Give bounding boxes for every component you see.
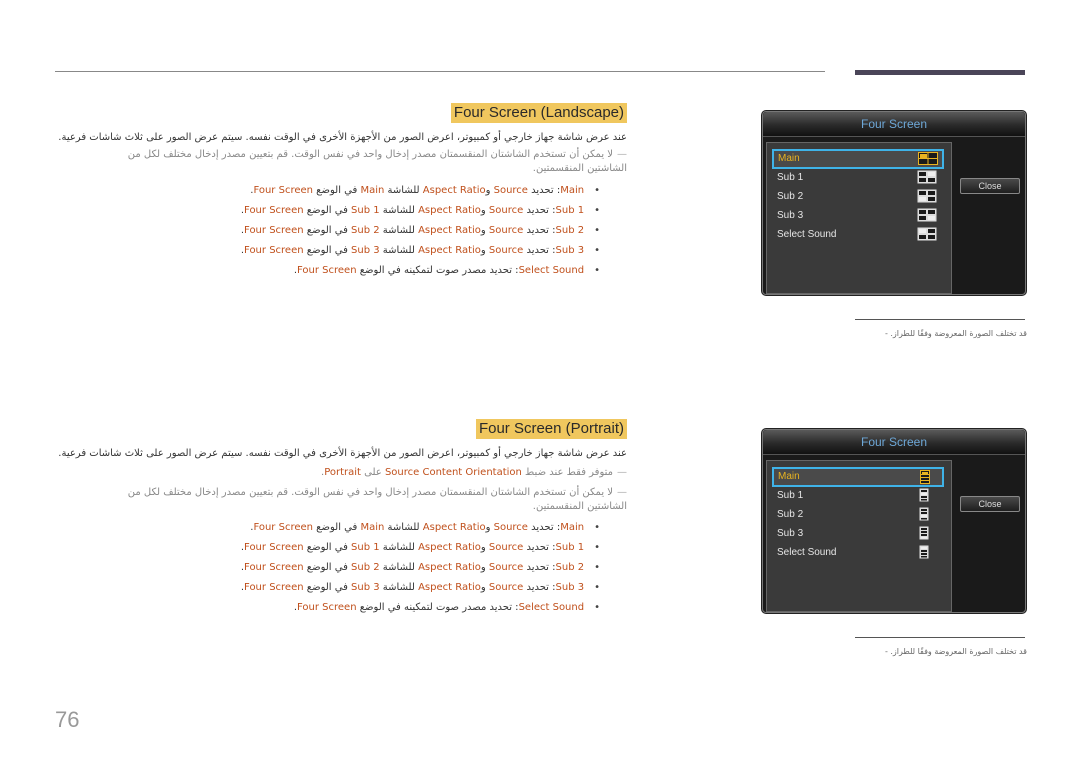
osd-item-main[interactable]: Main — [772, 149, 944, 169]
note-dash-icon: — — [617, 487, 627, 498]
bullet-item: •Sub 3: تحديد Source وAspect Ratio للشاش… — [240, 245, 600, 256]
osd-item-sub1[interactable]: Sub 1 — [773, 169, 941, 187]
vertical-layout-sub1-icon — [919, 488, 929, 502]
note-text: لا يمكن أن تستخدم الشاشتان المنقسمتان مص… — [127, 487, 627, 512]
osd-menu-list: Main Sub 1 Sub 2 Sub 3 Select Sound — [766, 142, 952, 294]
side-note-rule — [855, 319, 1025, 320]
section-title-landscape: Four Screen (Landscape) — [450, 103, 627, 123]
vertical-layout-sub2-icon — [919, 507, 929, 521]
bullet-item: •Select Sound: تحديد مصدر صوت لتمكينه في… — [293, 602, 600, 613]
osd-item-main[interactable]: Main — [772, 467, 944, 487]
page-number: 76 — [55, 707, 80, 732]
bullet-item: •Sub 1: تحديد Source وAspect Ratio للشاش… — [240, 542, 600, 553]
dash-icon: - — [884, 647, 888, 656]
osd-menu-list: Main Sub 1 Sub 2 Sub 3 Select Sound — [766, 460, 952, 612]
quad-layout-sub2-icon — [917, 189, 937, 203]
osd-title: Four Screen — [763, 112, 1025, 137]
section-title-portrait: Four Screen (Portrait) — [475, 419, 627, 439]
osd-item-sub3[interactable]: Sub 3 — [773, 525, 941, 543]
bullet-item: •Sub 3: تحديد Source وAspect Ratio للشاش… — [240, 582, 600, 593]
note-portrait: —لا يمكن أن تستخدم الشاشتان المنقسمتان م… — [87, 486, 627, 514]
close-button[interactable]: Close — [960, 496, 1020, 512]
osd-item-sub2[interactable]: Sub 2 — [773, 506, 941, 524]
note-landscape: —لا يمكن أن تستخدم الشاشتان المنقسمتان م… — [87, 148, 627, 176]
osd-item-sub2[interactable]: Sub 2 — [773, 188, 941, 206]
close-button[interactable]: Close — [960, 178, 1020, 194]
bullet-item: •Select Sound: تحديد مصدر صوت لتمكينه في… — [293, 265, 600, 276]
bullet-dot-icon: • — [594, 225, 600, 236]
bullet-dot-icon: • — [594, 562, 600, 573]
bullet-dot-icon: • — [594, 522, 600, 533]
intro-landscape: عند عرض شاشة جهاز خارجي أو كمبيوتر، اعرض… — [58, 132, 627, 143]
note-text: لا يمكن أن تستخدم الشاشتان المنقسمتان مص… — [127, 149, 627, 174]
bullet-item: •Sub 1: تحديد Source وAspect Ratio للشاش… — [240, 205, 600, 216]
bullet-dot-icon: • — [594, 185, 600, 196]
quad-layout-sub1-icon — [917, 170, 937, 184]
vertical-layout-sub3-icon — [919, 526, 929, 540]
intro-portrait: عند عرض شاشة جهاز خارجي أو كمبيوتر، اعرض… — [58, 448, 627, 459]
portrait-availability-note: —متوفر فقط عند ضبط Source Content Orient… — [321, 467, 627, 478]
bullet-dot-icon: • — [594, 205, 600, 216]
note-dash-icon: — — [617, 149, 627, 160]
osd-item-sub3[interactable]: Sub 3 — [773, 207, 941, 225]
quad-layout-sub3-icon — [917, 208, 937, 222]
header-bar — [855, 70, 1025, 75]
vertical-layout-sound-icon — [919, 545, 929, 559]
note-dash-icon: — — [617, 467, 627, 478]
quad-layout-sound-icon — [917, 227, 937, 241]
bullet-dot-icon: • — [594, 542, 600, 553]
bullet-item: •Main: تحديد Source وAspect Ratio للشاشة… — [250, 185, 600, 196]
quad-layout-main-icon — [918, 152, 938, 165]
bullet-list-portrait: •Main: تحديد Source وAspect Ratio للشاشة… — [241, 518, 600, 618]
bullet-item: •Main: تحديد Source وAspect Ratio للشاشة… — [250, 522, 600, 533]
side-note-rule — [855, 637, 1025, 638]
header-rule — [55, 71, 825, 72]
bullet-dot-icon: • — [594, 602, 600, 613]
bullet-dot-icon: • — [594, 265, 600, 276]
osd-panel-landscape: Four Screen Main Sub 1 Sub 2 Sub 3 Selec… — [762, 111, 1026, 295]
vertical-layout-main-icon — [920, 470, 930, 484]
bullet-item: •Sub 2: تحديد Source وAspect Ratio للشاش… — [240, 225, 600, 236]
osd-item-select-sound[interactable]: Select Sound — [773, 544, 941, 562]
side-note-landscape: قد تختلف الصورة المعروضة وفقًا للطراز. - — [884, 329, 1027, 338]
bullet-list-landscape: •Main: تحديد Source وAspect Ratio للشاشة… — [241, 181, 600, 281]
osd-title: Four Screen — [763, 430, 1025, 455]
dash-icon: - — [884, 329, 888, 338]
osd-item-sub1[interactable]: Sub 1 — [773, 487, 941, 505]
bullet-dot-icon: • — [594, 245, 600, 256]
bullet-dot-icon: • — [594, 582, 600, 593]
side-note-portrait: قد تختلف الصورة المعروضة وفقًا للطراز. - — [884, 647, 1027, 656]
bullet-item: •Sub 2: تحديد Source وAspect Ratio للشاش… — [240, 562, 600, 573]
osd-item-select-sound[interactable]: Select Sound — [773, 226, 941, 244]
osd-panel-portrait: Four Screen Main Sub 1 Sub 2 Sub 3 Selec… — [762, 429, 1026, 613]
